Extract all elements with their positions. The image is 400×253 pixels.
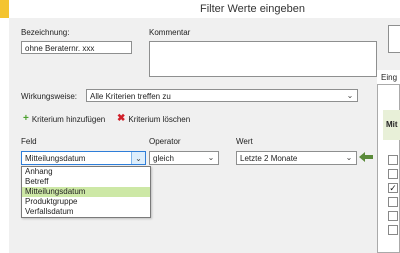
right-checkbox-6[interactable] <box>388 225 398 235</box>
chevron-down-icon[interactable]: ⌄ <box>131 152 145 164</box>
feld-value: Mitteilungsdatum <box>25 154 86 163</box>
wert-select[interactable]: Letzte 2 Monate ⌄ <box>236 151 357 165</box>
wirkungsweise-value: Alle Kriterien treffen zu <box>90 92 171 101</box>
dropdown-item-produktgruppe[interactable]: Produktgruppe <box>22 197 150 207</box>
dropdown-item-betreff[interactable]: Betreff <box>22 177 150 187</box>
dropdown-item-verfallsdatum[interactable]: Verfallsdatum <box>22 207 150 217</box>
dropdown-item-mitteilungsdatum[interactable]: Mitteilungsdatum <box>22 187 150 197</box>
delete-criterion-label: Kriterium löschen <box>128 114 191 124</box>
operator-select[interactable]: gleich ⌄ <box>149 151 219 165</box>
wirkungsweise-label: Wirkungsweise: <box>21 92 78 101</box>
add-criterion-button[interactable]: + Kriterium hinzufügen <box>23 114 105 124</box>
operator-value: gleich <box>153 154 174 163</box>
right-panel-header: Mit <box>383 110 400 140</box>
operator-header: Operator <box>149 137 181 146</box>
feld-dropdown-list: Anhang Betreff Mitteilungsdatum Produktg… <box>21 166 151 218</box>
feld-header: Feld <box>21 137 37 146</box>
chevron-down-icon[interactable]: ⌄ <box>345 91 355 101</box>
plus-icon: + <box>23 113 29 124</box>
bezeichnung-input[interactable]: ohne Beraternr. xxx <box>21 41 132 54</box>
right-checkbox-2[interactable] <box>388 169 398 179</box>
feld-select[interactable]: Mitteilungsdatum ⌄ <box>21 151 146 165</box>
bezeichnung-label: Bezeichnung: <box>21 28 70 37</box>
window-title: Filter Werte eingeben <box>200 3 305 15</box>
dropdown-item-anhang[interactable]: Anhang <box>22 167 150 177</box>
chevron-down-icon[interactable]: ⌄ <box>206 153 216 163</box>
right-panel-tab[interactable]: Eing <box>377 70 400 85</box>
right-checkbox-4[interactable] <box>388 197 398 207</box>
add-criterion-label: Kriterium hinzufügen <box>31 114 106 124</box>
wert-header: Wert <box>236 137 253 146</box>
title-accent <box>0 0 9 18</box>
x-icon: ✖ <box>117 113 126 124</box>
chevron-down-icon[interactable]: ⌄ <box>344 153 354 163</box>
kommentar-label: Kommentar <box>149 28 191 37</box>
kommentar-textarea[interactable] <box>149 41 377 77</box>
right-field-input[interactable] <box>388 25 400 53</box>
wert-value: Letzte 2 Monate <box>240 154 298 163</box>
right-checkbox-3[interactable]: ✓ <box>388 183 398 193</box>
right-checkbox-1[interactable] <box>388 155 398 165</box>
wirkungsweise-select[interactable]: Alle Kriterien treffen zu ⌄ <box>86 89 358 102</box>
arrow-left-icon[interactable] <box>359 152 373 162</box>
right-checkbox-5[interactable] <box>388 211 398 221</box>
check-icon: ✓ <box>389 183 397 193</box>
delete-criterion-button[interactable]: ✖ Kriterium löschen <box>117 114 190 124</box>
